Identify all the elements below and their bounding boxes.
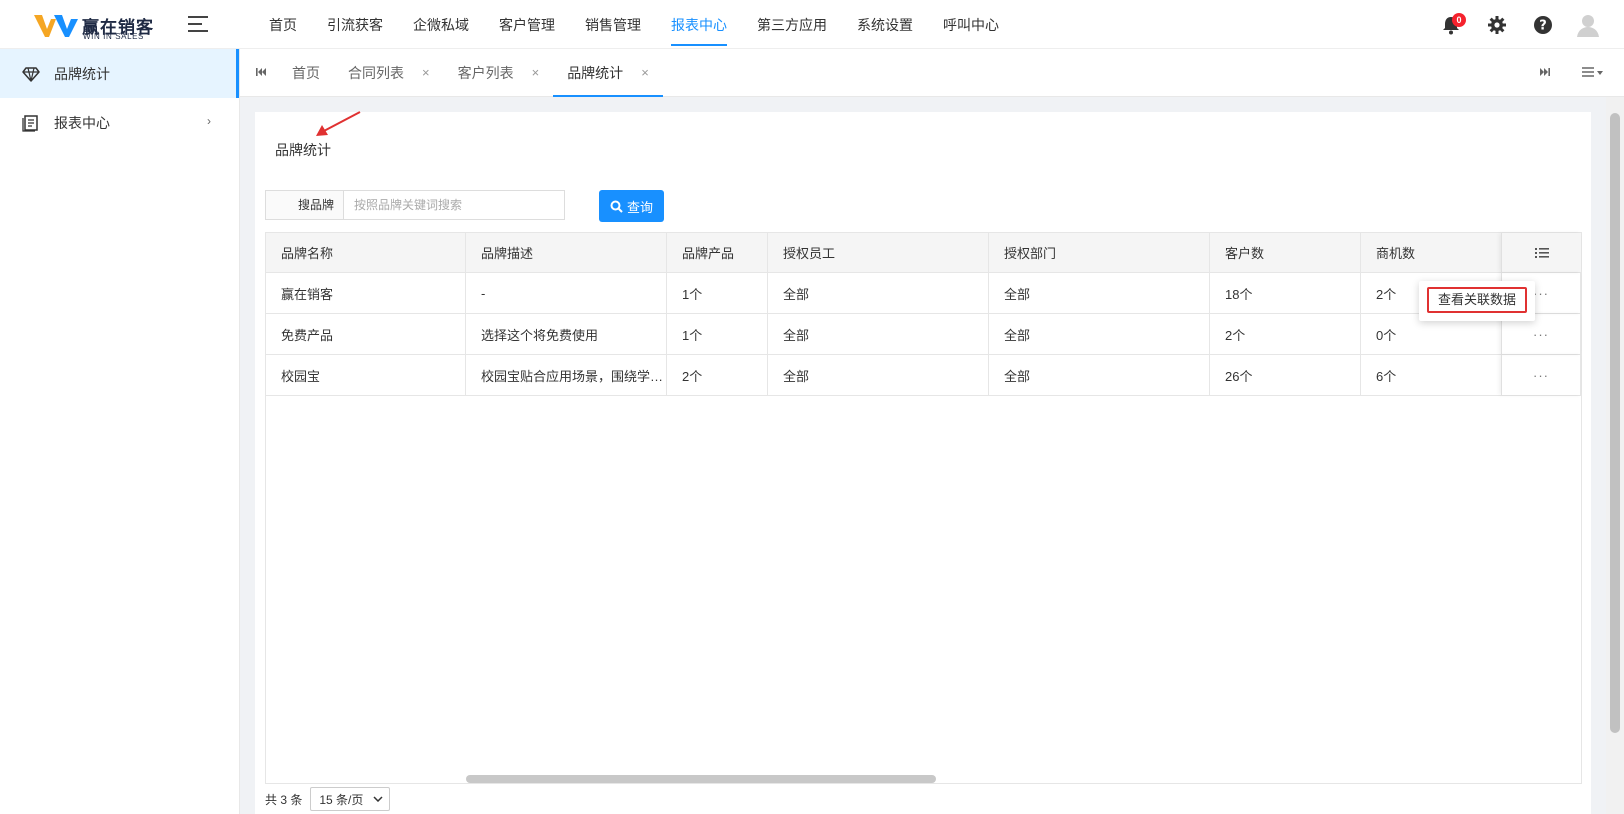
logo[interactable]: 赢在销客 WIN IN SALES [34, 12, 154, 41]
search-label: 搜品牌 [265, 190, 343, 220]
page-size-value: 15 条/页 [319, 792, 364, 807]
query-button-label: 查询 [626, 199, 653, 215]
nav-item-lead-gen[interactable]: 引流获客 [312, 0, 398, 49]
tab-label: 品牌统计 [567, 65, 624, 81]
cell-brand-products: 1个 [667, 314, 768, 354]
cell-brand-name: 免费产品 [266, 314, 466, 354]
cell-customer-count: 26个 [1210, 355, 1361, 395]
cell-authorized-dept: 全部 [989, 273, 1210, 313]
nav-item-wecom[interactable]: 企微私域 [398, 0, 484, 49]
column-settings-icon[interactable] [1501, 233, 1581, 272]
cell-authorized-staff: 全部 [768, 355, 989, 395]
cell-customer-count: 2个 [1210, 314, 1361, 354]
horizontal-scrollbar[interactable] [466, 775, 936, 783]
table-header: 品牌名称 品牌描述 品牌产品 授权员工 授权部门 客户数 商机数 [266, 233, 1581, 273]
cell-brand-products: 2个 [667, 355, 768, 395]
sidebar-item-label: 品牌统计 [54, 65, 110, 82]
scroll-first-icon[interactable] [254, 65, 268, 79]
nav-item-call-center[interactable]: 呼叫中心 [928, 0, 1014, 49]
nav-item-third-party[interactable]: 第三方应用 [742, 0, 842, 49]
sidebar-item-label: 报表中心 [54, 114, 110, 131]
nav-item-sales[interactable]: 销售管理 [570, 0, 656, 49]
cell-brand-name: 校园宝 [266, 355, 466, 395]
page-size-select[interactable]: 15 条/页 [310, 787, 391, 811]
column-header-brand-products[interactable]: 品牌产品 [667, 233, 768, 272]
sidebar: 品牌统计 报表中心 › [0, 49, 240, 814]
notification-badge: 0 [1452, 13, 1466, 27]
column-header-opportunity-count[interactable]: 商机数 [1361, 233, 1501, 272]
tab-brand-stats[interactable]: 品牌统计 × [553, 49, 663, 97]
pagination: 共 3 条 15 条/页 [265, 784, 391, 814]
svg-text:?: ? [1539, 19, 1547, 34]
tab-contract-list[interactable]: 合同列表 × [334, 49, 444, 97]
logo-mark-icon [34, 15, 78, 37]
query-button[interactable]: 查询 [599, 190, 664, 222]
gear-icon[interactable] [1486, 14, 1508, 36]
vertical-scrollbar[interactable] [1606, 97, 1624, 814]
cell-customer-count: 18个 [1210, 273, 1361, 313]
tab-menu-icon[interactable] [1580, 65, 1606, 79]
help-icon[interactable]: ? [1532, 14, 1554, 36]
table-row[interactable]: 赢在销客 - 1个 全部 全部 18个 2个 ··· [266, 273, 1581, 314]
column-header-customer-count[interactable]: 客户数 [1210, 233, 1361, 272]
cell-brand-products: 1个 [667, 273, 768, 313]
column-header-authorized-staff[interactable]: 授权员工 [768, 233, 989, 272]
tab-home[interactable]: 首页 [278, 49, 334, 97]
logo-subtext: WIN IN SALES [83, 32, 144, 41]
view-related-data-button[interactable]: 查看关联数据 [1427, 287, 1527, 313]
moon-icon[interactable] [1394, 14, 1416, 36]
cell-brand-desc: 选择这个将免费使用 [466, 314, 667, 354]
list-icon [1534, 247, 1549, 258]
cell-opportunity-count: 6个 [1376, 368, 1397, 384]
sidebar-item-reports[interactable]: 报表中心 › [0, 98, 239, 147]
cell-brand-desc: 校园宝贴合应用场景，围绕学校招生宣传 [466, 355, 667, 395]
nav-item-reports[interactable]: 报表中心 [656, 0, 742, 49]
cell-authorized-dept: 全部 [989, 314, 1210, 354]
chevron-down-icon [373, 796, 383, 802]
scroll-last-icon[interactable] [1538, 65, 1552, 79]
brand-search-input[interactable] [343, 190, 565, 220]
cell-authorized-dept: 全部 [989, 355, 1210, 395]
diamond-icon [22, 66, 40, 82]
cell-authorized-staff: 全部 [768, 314, 989, 354]
search-icon [610, 200, 623, 213]
close-icon[interactable]: × [641, 49, 649, 97]
tab-customer-list[interactable]: 客户列表 × [444, 49, 554, 97]
page-title: 品牌统计 [275, 142, 331, 158]
nav-item-home[interactable]: 首页 [254, 0, 312, 49]
table-row[interactable]: 免费产品 选择这个将免费使用 1个 全部 全部 2个 0个 ··· [266, 314, 1581, 355]
tab-label: 客户列表 [457, 65, 514, 81]
cell-brand-name: 赢在销客 [266, 273, 466, 313]
menu-toggle-icon[interactable] [188, 16, 208, 32]
cell-brand-desc: - [466, 273, 667, 313]
book-icon [22, 114, 38, 132]
column-header-brand-name[interactable]: 品牌名称 [266, 233, 466, 272]
table-row[interactable]: 校园宝 校园宝贴合应用场景，围绕学校招生宣传 2个 全部 全部 26个 6个 ·… [266, 355, 1581, 396]
tab-label: 首页 [292, 65, 320, 81]
cell-authorized-staff: 全部 [768, 273, 989, 313]
column-header-brand-desc[interactable]: 品牌描述 [466, 233, 667, 272]
avatar[interactable] [1575, 12, 1601, 38]
total-count: 共 3 条 [265, 792, 303, 807]
tab-label: 合同列表 [348, 65, 404, 81]
top-header: 赢在销客 WIN IN SALES 首页 引流获客 企微私域 客户管理 销售管理… [0, 0, 1624, 49]
sidebar-item-brand-stats[interactable]: 品牌统计 [0, 49, 239, 98]
close-icon[interactable]: × [422, 49, 430, 97]
close-icon[interactable]: × [532, 49, 540, 97]
nav-item-customers[interactable]: 客户管理 [484, 0, 570, 49]
column-header-authorized-dept[interactable]: 授权部门 [989, 233, 1210, 272]
row-actions-button[interactable]: ··· [1501, 355, 1581, 395]
row-actions-popup: 查看关联数据 [1419, 281, 1535, 321]
nav-item-settings[interactable]: 系统设置 [842, 0, 928, 49]
annotation-arrow-icon [316, 111, 361, 136]
tab-bar: 首页 合同列表 × 客户列表 × 品牌统计 × [240, 49, 1624, 97]
brand-table: 品牌名称 品牌描述 品牌产品 授权员工 授权部门 客户数 商机数 赢在销客 - … [265, 232, 1582, 784]
main-nav: 首页 引流获客 企微私域 客户管理 销售管理 报表中心 第三方应用 系统设置 呼… [254, 0, 1014, 49]
chevron-right-icon: › [207, 114, 211, 128]
